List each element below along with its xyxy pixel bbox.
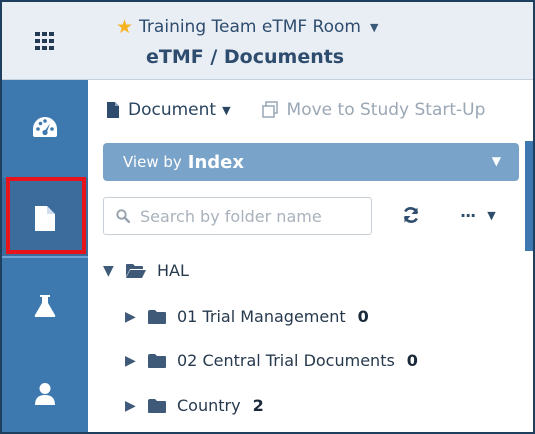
room-selector[interactable]: ★ Training Team eTMF Room ▼ (116, 16, 378, 38)
refresh-button[interactable] (399, 202, 423, 228)
document-icon (35, 205, 55, 231)
star-icon[interactable]: ★ (116, 16, 133, 38)
app-launcher-button[interactable] (2, 2, 88, 80)
more-icon: ··· (460, 205, 476, 225)
nav-divider (2, 256, 88, 258)
file-icon (107, 102, 119, 118)
folder-search (103, 197, 372, 235)
document-count: 0 (357, 307, 369, 326)
user-icon (35, 383, 55, 405)
flask-icon (34, 295, 56, 317)
refresh-icon (403, 207, 419, 223)
view-by-prefix: View by (123, 153, 182, 171)
tree-label: HAL (157, 261, 189, 280)
dashboard-icon (33, 117, 57, 137)
folder-icon (148, 309, 166, 324)
tree-item-trial-management[interactable]: ▶ 01 Trial Management 0 (125, 307, 369, 326)
chevron-down-icon: ▼ (369, 20, 379, 34)
nav-study[interactable] (2, 266, 88, 346)
expand-right-icon[interactable]: ▶ (125, 309, 147, 325)
toolbar: Document ▼ Move to Study Start-Up (88, 81, 533, 139)
move-label: Move to Study Start-Up (286, 100, 486, 120)
search-icon (116, 209, 130, 223)
view-by-dropdown[interactable]: View by Index ▼ (103, 143, 519, 181)
nav-documents[interactable] (2, 178, 88, 258)
tree-root-hal[interactable]: ▼ HAL (103, 261, 189, 280)
view-by-value: Index (187, 151, 244, 173)
grid-icon (35, 31, 54, 50)
room-name: Training Team eTMF Room (139, 17, 361, 37)
tree-label: 01 Trial Management (177, 307, 346, 326)
tree-label: Country (177, 396, 241, 415)
tree-label: 02 Central Trial Documents (177, 351, 395, 370)
chevron-down-icon: ▼ (487, 208, 496, 222)
search-input[interactable] (140, 206, 360, 226)
chevron-down-icon: ▼ (222, 103, 231, 117)
document-menu-label: Document (128, 100, 217, 120)
page-title: eTMF / Documents (146, 46, 345, 68)
header: ★ Training Team eTMF Room ▼ eTMF / Docum… (88, 2, 533, 80)
document-count: 2 (252, 396, 264, 415)
folder-icon (148, 398, 166, 413)
folder-open-icon (126, 263, 146, 278)
move-icon (261, 101, 278, 118)
scrollbar[interactable] (525, 141, 533, 251)
nav-user[interactable] (2, 354, 88, 432)
main-content: Document ▼ Move to Study Start-Up View b… (88, 81, 533, 432)
app-frame: ★ Training Team eTMF Room ▼ eTMF / Docum… (0, 0, 535, 434)
document-count: 0 (406, 351, 418, 370)
folder-icon (148, 353, 166, 368)
document-menu-button[interactable]: Document ▼ (106, 100, 231, 120)
nav-dashboard[interactable] (2, 87, 88, 167)
tree-item-central-trial-documents[interactable]: ▶ 02 Central Trial Documents 0 (125, 351, 418, 370)
left-nav-rail (2, 2, 88, 432)
expand-down-icon[interactable]: ▼ (103, 263, 125, 279)
chevron-down-icon: ▼ (491, 154, 501, 168)
tree-item-country[interactable]: ▶ Country 2 (125, 396, 264, 415)
more-options-button[interactable]: ··· ▼ (460, 202, 510, 228)
expand-right-icon[interactable]: ▶ (125, 353, 147, 369)
expand-right-icon[interactable]: ▶ (125, 398, 147, 414)
move-to-study-startup-button[interactable]: Move to Study Start-Up (261, 100, 486, 120)
